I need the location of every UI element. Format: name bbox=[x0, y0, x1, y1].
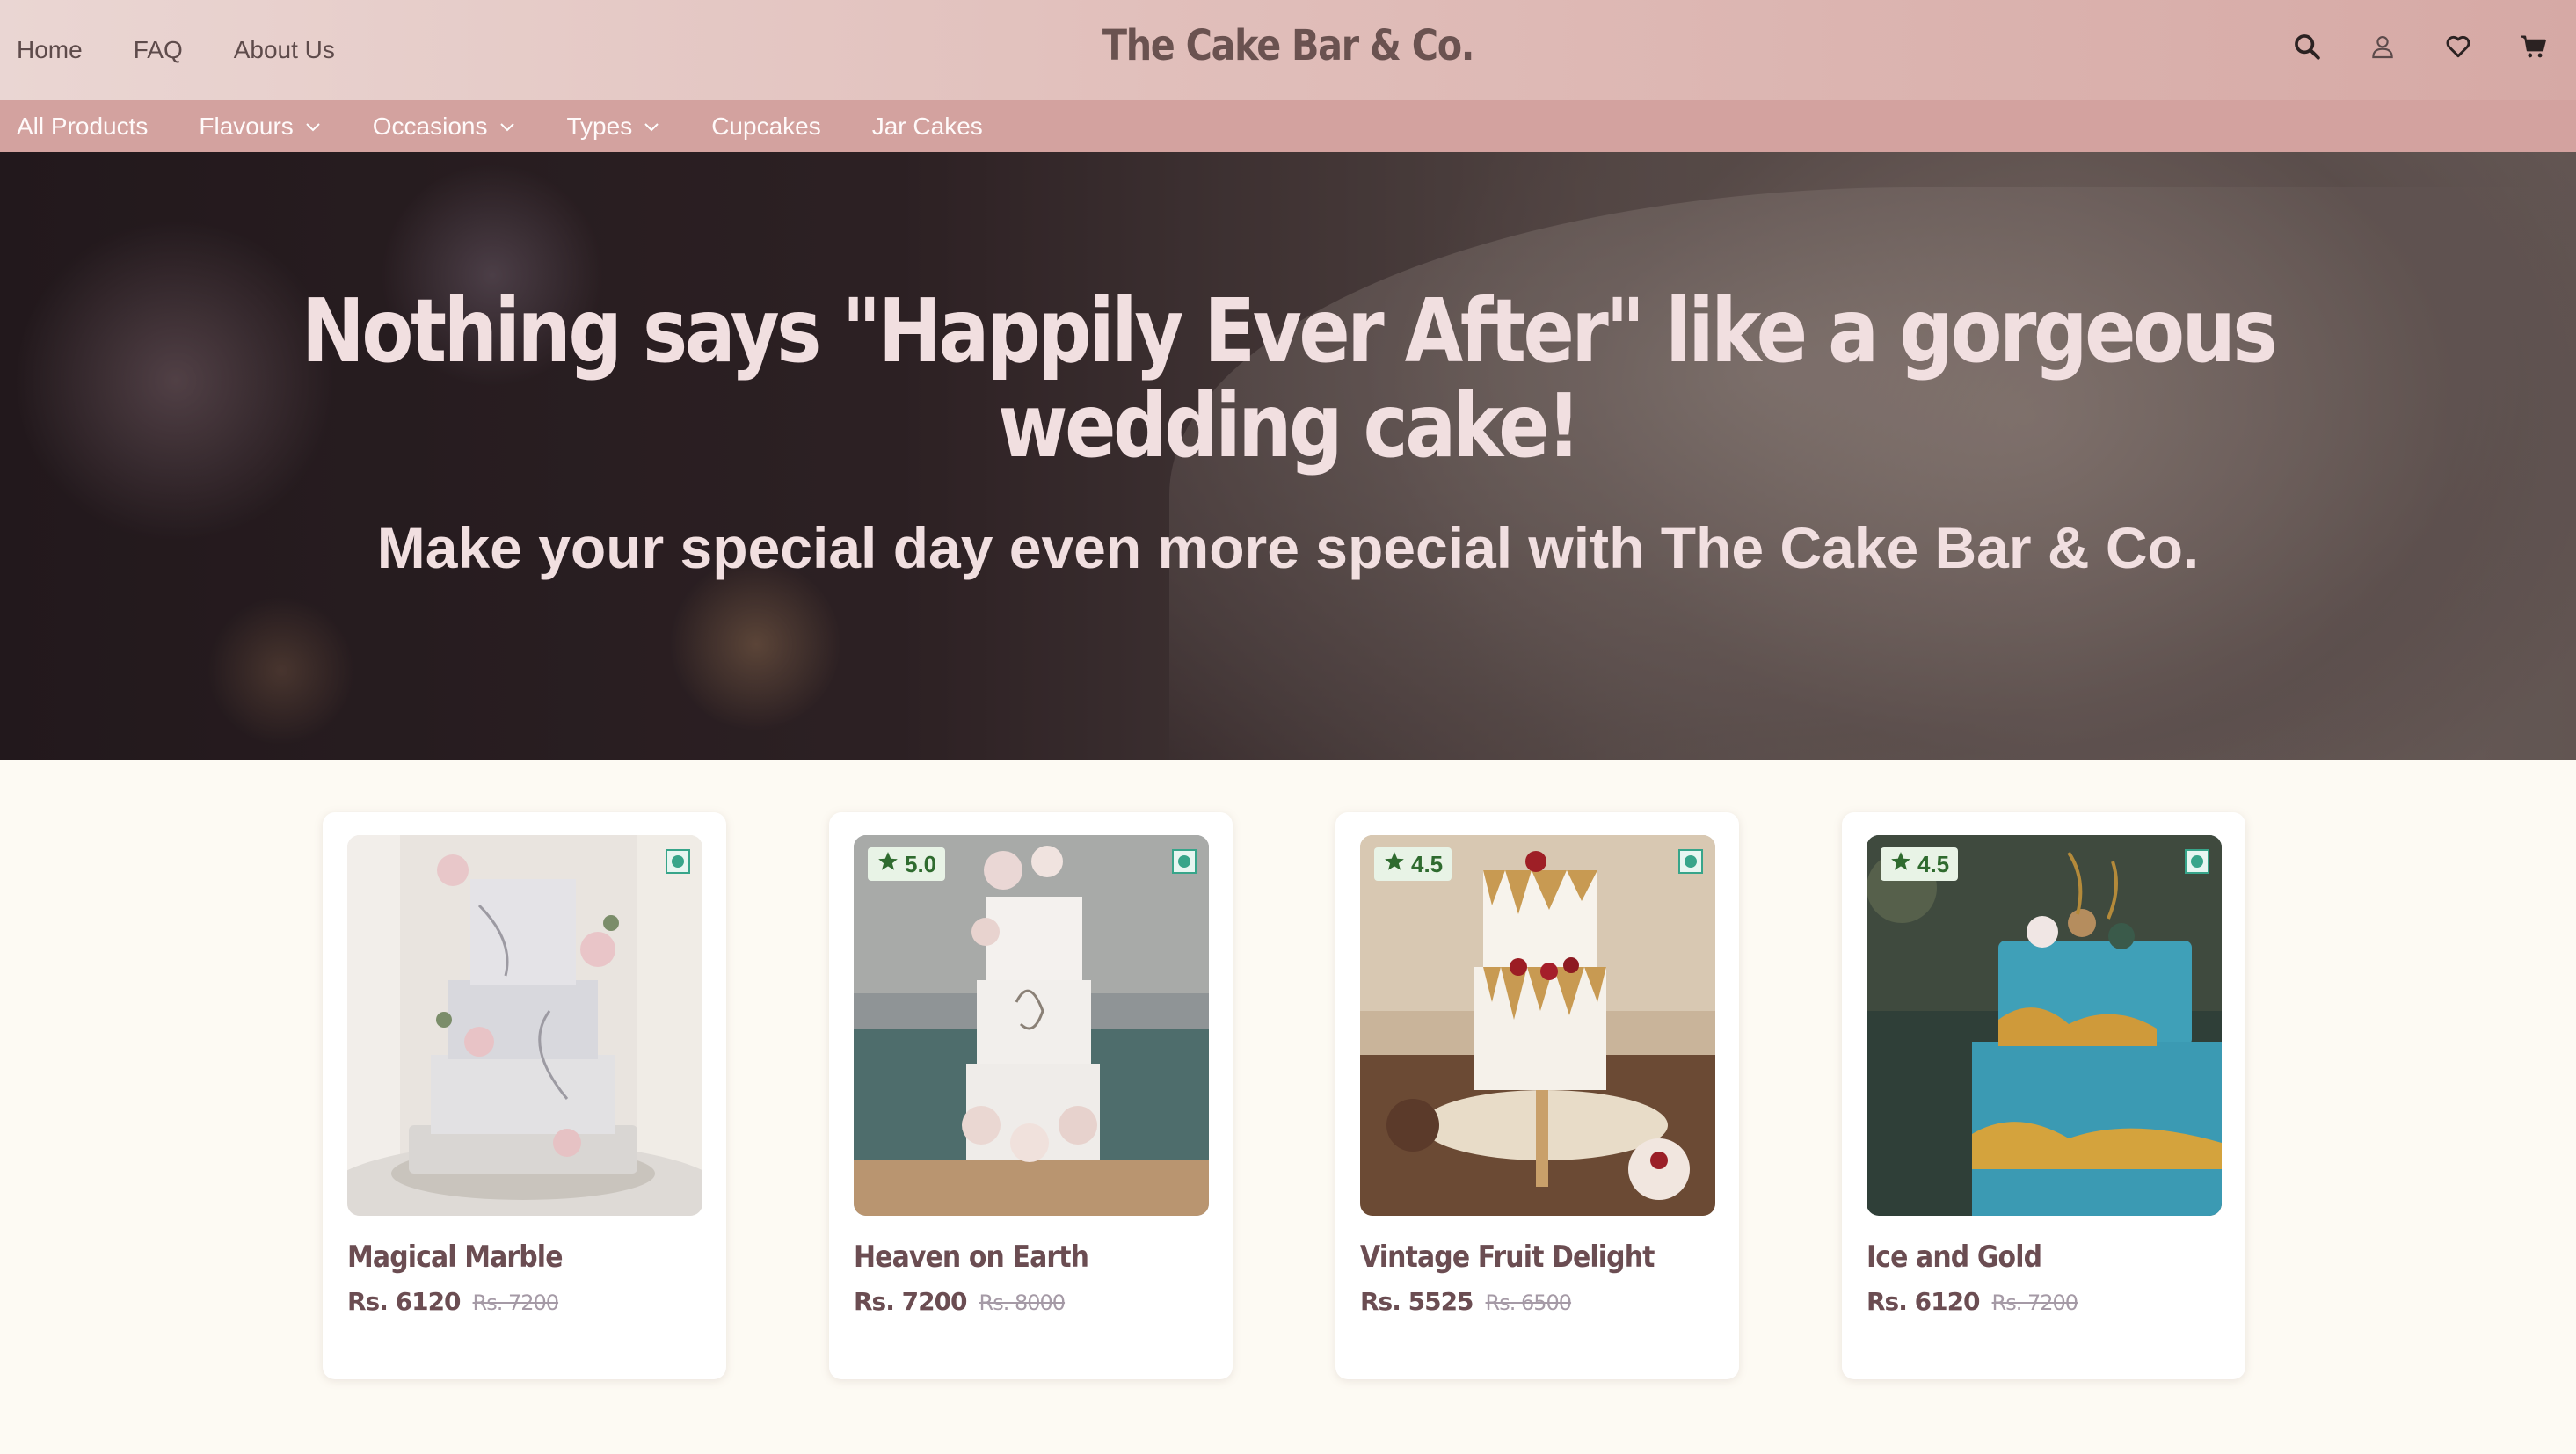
subnav-label: Types bbox=[566, 112, 633, 140]
chevron-down-icon bbox=[498, 120, 516, 133]
product-image[interactable] bbox=[347, 835, 702, 1216]
heart-icon[interactable] bbox=[2441, 29, 2476, 64]
veg-icon bbox=[1678, 849, 1703, 874]
product-card[interactable]: 4.5 Vintage Fruit Delight Rs. 5525 Rs. 6… bbox=[1335, 812, 1739, 1379]
subnav-label: Cupcakes bbox=[711, 112, 821, 140]
original-price: Rs. 7200 bbox=[1991, 1290, 2079, 1315]
rating-badge: 4.5 bbox=[1374, 847, 1452, 881]
product-price: Rs. 6120 Rs. 7200 bbox=[347, 1287, 560, 1316]
subnav-flavours[interactable]: Flavours bbox=[199, 113, 321, 141]
subnav-occasions[interactable]: Occasions bbox=[373, 113, 516, 141]
sale-price: Rs. 6120 bbox=[347, 1287, 462, 1316]
chevron-down-icon bbox=[304, 120, 322, 133]
header-icons bbox=[2289, 29, 2551, 64]
subnav-label: Flavours bbox=[199, 112, 294, 140]
rating-badge: 4.5 bbox=[1881, 847, 1959, 881]
veg-icon bbox=[2185, 849, 2209, 874]
product-price: Rs. 7200 Rs. 8000 bbox=[854, 1287, 1066, 1316]
star-icon bbox=[877, 850, 899, 879]
category-nav: All Products Flavours Occasions Types Cu… bbox=[0, 100, 2576, 152]
product-name[interactable]: Heaven on Earth bbox=[854, 1240, 1089, 1275]
product-price: Rs. 6120 Rs. 7200 bbox=[1867, 1287, 2078, 1316]
nav-faq-link[interactable]: FAQ bbox=[134, 36, 183, 64]
hero-subheadline: Make your special day even more special … bbox=[376, 515, 2200, 580]
original-price: Rs. 8000 bbox=[979, 1290, 1066, 1315]
subnav-jar-cakes[interactable]: Jar Cakes bbox=[872, 113, 983, 141]
hero-headline: Nothing says "Happily Ever After" like a… bbox=[301, 280, 2278, 477]
subnav-label: All Products bbox=[17, 112, 149, 140]
subnav-label: Jar Cakes bbox=[871, 112, 983, 140]
product-image[interactable]: 5.0 bbox=[854, 835, 1209, 1216]
product-name[interactable]: Ice and Gold bbox=[1867, 1240, 2042, 1275]
product-card[interactable]: 5.0 Heaven on Earth Rs. 7200 Rs. 8000 bbox=[829, 812, 1233, 1379]
subnav-all-products[interactable]: All Products bbox=[17, 113, 148, 141]
original-price: Rs. 7200 bbox=[472, 1290, 560, 1315]
sale-price: Rs. 7200 bbox=[854, 1287, 968, 1316]
product-image[interactable]: 4.5 bbox=[1867, 835, 2222, 1216]
top-header: Home FAQ About Us The Cake Bar & Co. bbox=[0, 0, 2576, 100]
rating-badge: 5.0 bbox=[868, 847, 946, 881]
product-card[interactable]: Magical Marble Rs. 6120 Rs. 7200 bbox=[323, 812, 726, 1379]
sale-price: Rs. 5525 bbox=[1360, 1287, 1474, 1316]
rating-value: 4.5 bbox=[1411, 850, 1444, 877]
product-image[interactable]: 4.5 bbox=[1360, 835, 1715, 1216]
rating-value: 4.5 bbox=[1917, 850, 1950, 877]
star-icon bbox=[1889, 850, 1912, 879]
cart-icon[interactable] bbox=[2516, 29, 2551, 64]
search-icon[interactable] bbox=[2289, 29, 2325, 64]
product-card[interactable]: 4.5 Ice and Gold Rs. 6120 Rs. 7200 bbox=[1842, 812, 2245, 1379]
product-price: Rs. 5525 Rs. 6500 bbox=[1360, 1287, 1573, 1316]
subnav-label: Occasions bbox=[372, 112, 488, 140]
product-name[interactable]: Magical Marble bbox=[347, 1240, 563, 1275]
product-name[interactable]: Vintage Fruit Delight bbox=[1360, 1240, 1655, 1275]
sale-price: Rs. 6120 bbox=[1867, 1287, 1981, 1316]
nav-home-link[interactable]: Home bbox=[17, 36, 83, 64]
chevron-down-icon bbox=[643, 120, 660, 133]
hero-banner: Nothing says "Happily Ever After" like a… bbox=[0, 152, 2576, 760]
original-price: Rs. 6500 bbox=[1485, 1290, 1573, 1315]
veg-icon bbox=[666, 849, 690, 874]
star-icon bbox=[1383, 850, 1406, 879]
veg-icon bbox=[1172, 849, 1197, 874]
subnav-cupcakes[interactable]: Cupcakes bbox=[711, 113, 821, 141]
product-grid: Magical Marble Rs. 6120 Rs. 7200 5.0 Hea… bbox=[323, 812, 2245, 1379]
brand-logo[interactable]: The Cake Bar & Co. bbox=[180, 21, 2396, 70]
rating-value: 5.0 bbox=[905, 850, 937, 877]
subnav-types[interactable]: Types bbox=[567, 113, 661, 141]
user-icon[interactable] bbox=[2365, 29, 2400, 64]
